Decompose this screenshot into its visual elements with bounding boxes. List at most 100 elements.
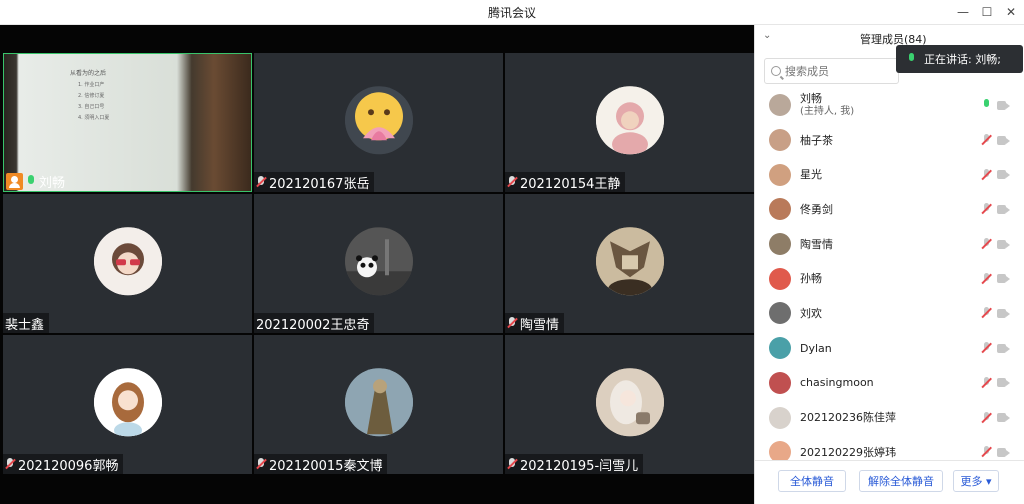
camera-icon[interactable] — [997, 378, 1010, 388]
member-row[interactable]: Dylan — [755, 331, 1024, 366]
member-name-block: 202120229张婷玮 — [800, 446, 896, 459]
camera-icon[interactable] — [997, 100, 1010, 110]
mic-muted-icon — [507, 316, 517, 330]
mic-muted-icon[interactable] — [981, 342, 991, 354]
member-row[interactable]: 202120229张婷玮 — [755, 435, 1024, 460]
avatar — [769, 233, 791, 256]
member-row[interactable]: 柚子茶 — [755, 123, 1024, 158]
video-tile[interactable]: 202120195-闫雪儿 — [505, 335, 754, 474]
member-row[interactable]: 孙畅 — [755, 261, 1024, 296]
video-tile[interactable]: 陶雪情 — [505, 194, 754, 333]
camera-icon[interactable] — [997, 135, 1010, 145]
cartoon-woman-icon — [93, 367, 162, 436]
avatar — [344, 85, 413, 154]
mic-muted-icon[interactable] — [981, 168, 991, 181]
member-name-block: 孙畅 — [800, 272, 822, 285]
member-role: (主持人, 我) — [800, 106, 855, 118]
mic-muted-icon[interactable] — [981, 238, 991, 250]
camera-icon[interactable] — [997, 447, 1010, 457]
avatar — [595, 85, 664, 154]
chevron-down-icon[interactable]: ⌄ — [763, 30, 771, 41]
lotus-emoji-icon — [344, 85, 413, 154]
member-name-block: 202120236陈佳萍 — [800, 411, 896, 424]
camera-icon[interactable] — [997, 274, 1010, 284]
video-tile[interactable]: 202120002王忠奇 — [254, 194, 503, 333]
member-status-icons — [981, 272, 1010, 285]
participant-name: 202120154王静 — [520, 176, 621, 192]
video-tile[interactable]: 202120096郭畅 — [3, 335, 252, 474]
participant-label: 202120167张岳 — [254, 172, 375, 192]
avatar — [769, 198, 791, 221]
camera-icon[interactable] — [997, 239, 1010, 249]
member-status-icons — [981, 376, 1010, 389]
member-name: 星光 — [800, 168, 822, 182]
member-status-icons — [981, 342, 1010, 354]
member-row[interactable]: chasingmoon — [755, 366, 1024, 401]
maximize-button[interactable]: ☐ — [976, 3, 998, 21]
member-name: chasingmoon — [800, 376, 874, 390]
camera-icon[interactable] — [997, 343, 1010, 353]
member-name-block: 陶雪情 — [800, 238, 833, 251]
avatar — [344, 367, 413, 436]
participant-name: 陶雪情 — [520, 317, 560, 333]
member-status-icons — [981, 168, 1010, 181]
member-name: 202120229张婷玮 — [800, 445, 896, 459]
minimize-button[interactable]: — — [952, 3, 974, 21]
participant-name: 裴士鑫 — [5, 317, 45, 333]
member-list: 刘畅 (主持人, 我) 柚子茶星光佟勇剑陶雪情孙畅刘欢 Dylan chasingmoo… — [755, 88, 1024, 460]
avatar — [769, 94, 791, 117]
mic-muted-icon — [507, 457, 517, 471]
video-grid: 从看为的之后 1. 作业口产 2. 信修订夏 3. 自己口号 4. 须明入口夏 … — [0, 25, 754, 504]
mic-muted-icon[interactable] — [981, 203, 991, 215]
participant-label: 202120195-闫雪儿 — [505, 454, 644, 474]
avatar — [93, 226, 162, 295]
avatar — [769, 129, 791, 152]
mic-muted-icon — [256, 457, 266, 471]
meeting-window: 腾讯会议 — ☐ ✕ 从看为的之后 1. 作业口产 2. 信修订夏 3. 自己口… — [0, 0, 1024, 504]
video-tile[interactable]: 202120154王静 — [505, 53, 754, 192]
member-row[interactable]: 星光 — [755, 157, 1024, 192]
host-icon — [6, 172, 23, 190]
slide-title: 从看为的之后 — [70, 70, 107, 77]
speaking-text: 正在讲话: 刘畅; — [924, 53, 1001, 66]
video-tile[interactable]: 202120167张岳 — [254, 53, 503, 192]
camera-icon[interactable] — [997, 204, 1010, 214]
search-input[interactable] — [785, 64, 885, 78]
member-name: 佟勇剑 — [800, 202, 833, 216]
participant-name: 202120195-闫雪儿 — [520, 458, 639, 474]
mic-muted-icon[interactable] — [981, 411, 991, 424]
camera-icon[interactable] — [997, 170, 1010, 180]
participant-name: 202120167张岳 — [269, 176, 370, 192]
member-row[interactable]: 刘畅 (主持人, 我) — [755, 88, 1024, 123]
avatar — [769, 267, 791, 290]
member-row[interactable]: 202120236陈佳萍 — [755, 400, 1024, 435]
camera-icon[interactable] — [997, 413, 1010, 423]
unmute-all-button[interactable]: 解除全体静音 — [859, 470, 943, 492]
slide-line: 3. 自己口号 — [78, 104, 105, 110]
mic-muted-icon[interactable] — [981, 376, 991, 389]
video-tile-host[interactable]: 从看为的之后 1. 作业口产 2. 信修订夏 3. 自己口号 4. 须明入口夏 … — [3, 53, 252, 192]
member-name-block: Dylan — [800, 342, 832, 355]
member-row[interactable]: 陶雪情 — [755, 227, 1024, 262]
avatar — [595, 226, 664, 295]
participant-name: 202120002王忠奇 — [256, 317, 370, 333]
mic-on-icon[interactable] — [981, 99, 991, 111]
mic-muted-icon[interactable] — [981, 272, 991, 285]
more-button[interactable]: 更多 ▾ — [953, 470, 999, 492]
video-tile[interactable]: 202120015秦文博 — [254, 335, 503, 474]
mic-muted-icon[interactable] — [981, 446, 991, 458]
member-search[interactable] — [764, 58, 899, 84]
member-row[interactable]: 佟勇剑 — [755, 192, 1024, 227]
member-row[interactable]: 刘欢 — [755, 296, 1024, 331]
member-status-icons — [981, 446, 1010, 458]
mute-all-button[interactable]: 全体静音 — [778, 470, 846, 492]
member-name-block: 刘欢 — [800, 307, 822, 320]
camera-icon[interactable] — [997, 308, 1010, 318]
close-button[interactable]: ✕ — [1000, 3, 1022, 21]
title-bar: 腾讯会议 — ☐ ✕ — [0, 0, 1024, 25]
mic-muted-icon[interactable] — [981, 307, 991, 319]
mic-muted-icon[interactable] — [981, 134, 991, 146]
search-icon — [771, 66, 781, 76]
mic-muted-icon — [5, 457, 15, 471]
video-tile[interactable]: 裴士鑫 — [3, 194, 252, 333]
